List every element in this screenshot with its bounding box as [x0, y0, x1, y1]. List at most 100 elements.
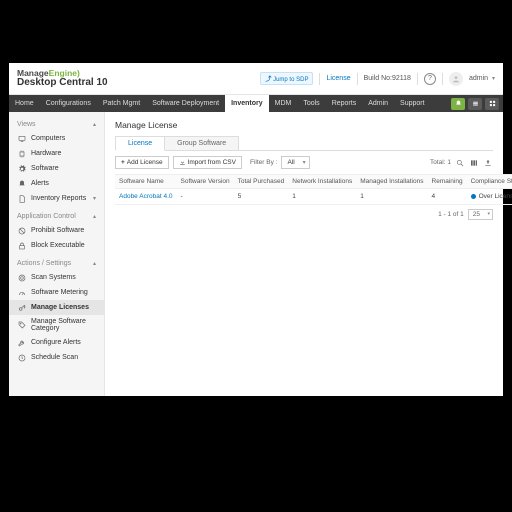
nav-tab-inventory[interactable]: Inventory: [225, 95, 269, 112]
filter-select[interactable]: All: [281, 156, 309, 169]
sidebar-item-label: Configure Alerts: [31, 339, 81, 346]
monitor-icon: [17, 134, 26, 143]
key-icon: [17, 303, 26, 312]
toolbar: +Add License Import from CSV Filter By :…: [115, 151, 493, 174]
content: Manage License LicenseGroup Software +Ad…: [105, 112, 503, 396]
clock-icon: [17, 353, 26, 362]
sidebar-item-label: Manage Licenses: [31, 304, 89, 311]
export-icon[interactable]: [483, 158, 493, 168]
doc-icon: [17, 194, 26, 203]
software-name-link[interactable]: Adobe Acrobat 4.0: [115, 189, 177, 205]
bell-icon: [17, 179, 26, 188]
content-tabs: LicenseGroup Software: [115, 136, 493, 151]
top-bar: ManageEngine) Desktop Central 10 ⤴ Jump …: [9, 63, 503, 95]
sidebar-item-schedule-scan[interactable]: Schedule Scan: [9, 350, 104, 365]
col-total-purchased[interactable]: Total Purchased: [234, 175, 289, 189]
sidebar-item-manage-licenses[interactable]: Manage Licenses: [9, 300, 104, 315]
sidebar-item-software-metering[interactable]: Software Metering: [9, 285, 104, 300]
cell-managed: 1: [356, 189, 427, 205]
lock-icon: [17, 241, 26, 250]
sidebar-item-label: Schedule Scan: [31, 354, 78, 361]
sidebar-item-scan-systems[interactable]: Scan Systems: [9, 270, 104, 285]
table-row: Adobe Acrobat 4.0-5114Over Licensed: [115, 189, 512, 205]
nav-tab-tools[interactable]: Tools: [297, 95, 325, 112]
col-software-name[interactable]: Software Name: [115, 175, 177, 189]
add-license-button[interactable]: +Add License: [115, 156, 169, 169]
cell-remaining: 4: [428, 189, 467, 205]
radar-icon: [17, 273, 26, 282]
license-link[interactable]: License: [326, 75, 350, 82]
sidebar-item-configure-alerts[interactable]: Configure Alerts: [9, 335, 104, 350]
sidebar-item-label: Software: [31, 165, 59, 172]
cell-status: Over Licensed: [467, 189, 512, 205]
help-icon[interactable]: ?: [424, 73, 436, 85]
ban-icon: [17, 226, 26, 235]
columns-icon[interactable]: [469, 158, 479, 168]
cell-purchased: 5: [234, 189, 289, 205]
sidebar: Views▴ Computers Hardware Software Alerts Inv…: [9, 112, 105, 396]
search-icon[interactable]: [455, 158, 465, 168]
sidebar-group-actions-settings[interactable]: Actions / Settings▴: [9, 257, 104, 270]
nav-notify-icon[interactable]: [451, 98, 465, 110]
import-csv-button[interactable]: Import from CSV: [173, 156, 242, 169]
sidebar-item-label: Alerts: [31, 180, 49, 187]
sidebar-item-label: Block Executable: [31, 242, 85, 249]
pager: 1 - 1 of 1 25: [115, 205, 493, 224]
gear-icon: [17, 164, 26, 173]
main-nav: HomeConfigurationsPatch MgmtSoftware Dep…: [9, 95, 503, 112]
nav-tab-reports[interactable]: Reports: [326, 95, 363, 112]
sidebar-item-label: Scan Systems: [31, 274, 76, 281]
nav-tab-configurations[interactable]: Configurations: [40, 95, 97, 112]
sidebar-item-prohibit-software[interactable]: Prohibit Software: [9, 223, 104, 238]
pager-range: 1 - 1 of 1: [438, 211, 464, 218]
sidebar-item-alerts[interactable]: Alerts: [9, 176, 104, 191]
col-managed-installations[interactable]: Managed Installations: [356, 175, 427, 189]
sidebar-item-label: Hardware: [31, 150, 61, 157]
sidebar-item-inventory-reports[interactable]: Inventory Reports▾: [9, 191, 104, 206]
total-count: Total: 1: [430, 159, 451, 166]
tags-icon: [17, 321, 26, 330]
avatar[interactable]: [449, 72, 463, 86]
build-number: Build No:92118: [364, 75, 411, 82]
sidebar-item-computers[interactable]: Computers: [9, 131, 104, 146]
nav-tab-mdm[interactable]: MDM: [269, 95, 298, 112]
sidebar-group-views[interactable]: Views▴: [9, 118, 104, 131]
nav-tab-patch-mgmt[interactable]: Patch Mgmt: [97, 95, 146, 112]
nav-tab-admin[interactable]: Admin: [362, 95, 394, 112]
wrench-icon: [17, 338, 26, 347]
sidebar-item-label: Prohibit Software: [31, 227, 84, 234]
cell-version: -: [177, 189, 234, 205]
sidebar-item-label: Manage Software Category: [31, 318, 96, 332]
nav-grid-icon[interactable]: [485, 98, 499, 110]
col-network-installations[interactable]: Network Installations: [288, 175, 356, 189]
top-right: ⤴ Jump to SDP License Build No:92118 ? a…: [260, 72, 495, 86]
filter-label: Filter By :: [250, 159, 277, 166]
chip-icon: [17, 149, 26, 158]
user-menu[interactable]: admin ▾: [469, 75, 495, 82]
page-title: Manage License: [115, 120, 493, 130]
col-compliance-status[interactable]: Compliance Status: [467, 175, 512, 189]
jump-sdp-link[interactable]: ⤴ Jump to SDP: [260, 72, 313, 85]
nav-tab-home[interactable]: Home: [9, 95, 40, 112]
meter-icon: [17, 288, 26, 297]
product-name: Desktop Central 10: [17, 77, 108, 88]
sidebar-item-label: Computers: [31, 135, 65, 142]
sidebar-item-block-executable[interactable]: Block Executable: [9, 238, 104, 253]
sidebar-group-application-control[interactable]: Application Control▴: [9, 210, 104, 223]
tab-group-software[interactable]: Group Software: [165, 136, 239, 151]
sidebar-item-software[interactable]: Software: [9, 161, 104, 176]
nav-tab-support[interactable]: Support: [394, 95, 431, 112]
page-size-select[interactable]: 25: [468, 209, 493, 220]
sidebar-item-label: Inventory Reports: [31, 195, 86, 202]
license-table: Software NameSoftware VersionTotal Purch…: [115, 174, 512, 205]
brand: ManageEngine) Desktop Central 10: [17, 69, 108, 88]
col-software-version[interactable]: Software Version: [177, 175, 234, 189]
nav-settings-icon[interactable]: [468, 98, 482, 110]
nav-tab-software-deployment[interactable]: Software Deployment: [146, 95, 225, 112]
sidebar-item-label: Software Metering: [31, 289, 88, 296]
cell-network: 1: [288, 189, 356, 205]
sidebar-item-manage-software-category[interactable]: Manage Software Category: [9, 315, 104, 335]
col-remaining[interactable]: Remaining: [428, 175, 467, 189]
sidebar-item-hardware[interactable]: Hardware: [9, 146, 104, 161]
tab-license[interactable]: License: [115, 136, 165, 151]
